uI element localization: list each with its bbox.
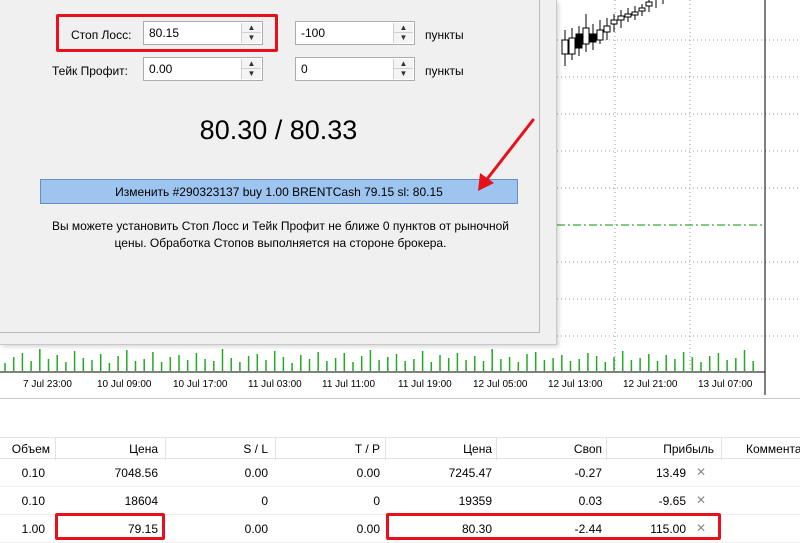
col-header-profit[interactable]: Прибыль — [663, 442, 714, 456]
take-profit-points-value: 0 — [301, 62, 308, 76]
cell-volume: 1.00 — [21, 522, 45, 536]
time-tick: 13 Jul 07:00 — [698, 379, 753, 390]
time-tick: 11 Jul 11:00 — [322, 379, 376, 390]
cell-swap: -0.27 — [574, 466, 602, 480]
col-header-comment[interactable]: Коммента — [746, 442, 800, 456]
cell-current-price: 19359 — [458, 494, 492, 508]
cell-swap: 0.03 — [578, 494, 602, 508]
take-profit-value: 0.00 — [149, 62, 173, 76]
spin-down-icon[interactable]: ▼ — [394, 69, 413, 79]
time-tick: 12 Jul 05:00 — [473, 379, 528, 390]
stops-hint: Вы можете установить Стоп Лосс и Тейк Пр… — [28, 218, 533, 252]
spin-up-icon[interactable]: ▲ — [394, 23, 413, 33]
modify-order-button-label: Изменить #290323137 buy 1.00 BRENTCash 7… — [115, 184, 443, 199]
cell-sl: 0.00 — [244, 522, 268, 536]
close-icon[interactable]: ✕ — [696, 465, 706, 479]
col-header-swap[interactable]: Своп — [574, 442, 602, 456]
modify-order-button[interactable]: Изменить #290323137 buy 1.00 BRENTCash 7… — [40, 179, 518, 204]
col-header-volume[interactable]: Объем — [12, 442, 50, 456]
cell-profit: 13.49 — [655, 466, 686, 480]
time-tick: 12 Jul 21:00 — [623, 379, 678, 390]
take-profit-points-spinner[interactable]: ▲ ▼ — [393, 59, 413, 79]
cell-tp: 0 — [373, 494, 380, 508]
volume-bars — [4, 349, 754, 371]
time-tick: 10 Jul 17:00 — [173, 379, 228, 390]
col-header-current-price[interactable]: Цена — [463, 442, 492, 456]
cell-current-price: 7245.47 — [448, 466, 492, 480]
spin-up-icon[interactable]: ▲ — [394, 59, 413, 69]
cell-price: 7048.56 — [114, 466, 158, 480]
time-tick: 12 Jul 13:00 — [548, 379, 603, 390]
time-tick: 11 Jul 03:00 — [248, 379, 302, 390]
col-header-tp[interactable]: T / P — [355, 442, 380, 456]
cell-tp: 0.00 — [356, 466, 380, 480]
hint-line: Вы можете установить Стоп Лосс и Тейк Пр… — [51, 219, 510, 233]
time-tick: 10 Jul 09:00 — [97, 379, 152, 390]
spin-up-icon[interactable]: ▲ — [242, 59, 261, 69]
time-tick: 7 Jul 23:00 — [23, 379, 72, 390]
table-row[interactable]: 0.10 7048.56 0.00 0.00 7245.47 -0.27 13.… — [0, 459, 800, 487]
current-price-profit-highlight — [386, 513, 721, 540]
col-header-price[interactable]: Цена — [129, 442, 158, 456]
take-profit-points-input[interactable]: 0 ▲ ▼ — [295, 57, 415, 81]
close-icon[interactable]: ✕ — [696, 493, 706, 507]
spin-down-icon[interactable]: ▼ — [394, 33, 413, 43]
cell-profit: -9.65 — [658, 494, 686, 508]
time-tick: 11 Jul 19:00 — [398, 379, 452, 390]
cell-volume: 0.10 — [21, 466, 45, 480]
take-profit-label: Тейк Профит: — [52, 64, 128, 78]
cell-price: 18604 — [124, 494, 158, 508]
spin-down-icon[interactable]: ▼ — [242, 69, 261, 79]
cell-sl: 0 — [261, 494, 268, 508]
trade-table: Объем Цена S / L T / P Цена Своп Прибыль… — [0, 398, 800, 543]
table-header: Объем Цена S / L T / P Цена Своп Прибыль… — [0, 437, 800, 460]
hint-line: цены. Обработка Стопов выполняется на ст… — [114, 236, 447, 250]
col-header-sl[interactable]: S / L — [243, 442, 268, 456]
cell-sl: 0.00 — [244, 466, 268, 480]
time-axis: 7 Jul 23:00 10 Jul 09:00 10 Jul 17:00 11… — [0, 373, 765, 395]
points-label: пункты — [425, 64, 464, 78]
stop-loss-points-input[interactable]: -100 ▲ ▼ — [295, 21, 415, 45]
stop-loss-points-spinner[interactable]: ▲ ▼ — [393, 23, 413, 43]
take-profit-spinner[interactable]: ▲ ▼ — [241, 59, 261, 79]
cell-tp: 0.00 — [356, 522, 380, 536]
annotation-arrow — [478, 118, 535, 191]
candlesticks — [561, 0, 664, 66]
open-price-highlight — [55, 513, 165, 540]
table-row[interactable]: 0.10 18604 0 0 19359 0.03 -9.65 ✕ — [0, 487, 800, 515]
cell-volume: 0.10 — [21, 494, 45, 508]
points-label: пункты — [425, 28, 464, 42]
take-profit-input[interactable]: 0.00 ▲ ▼ — [143, 57, 263, 81]
stop-loss-points-value: -100 — [301, 26, 326, 40]
stop-loss-highlight — [56, 14, 278, 52]
